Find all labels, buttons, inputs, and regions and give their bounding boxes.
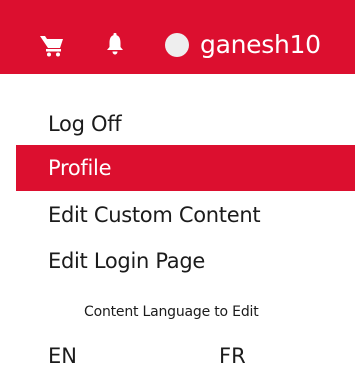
menu-item-edit-login-page[interactable]: Edit Login Page (16, 238, 355, 284)
avatar[interactable] (165, 33, 189, 57)
menu-item-profile[interactable]: Profile (16, 145, 355, 191)
menu-item-log-off[interactable]: Log Off (16, 101, 355, 147)
menu-item-edit-custom-content[interactable]: Edit Custom Content (16, 192, 355, 238)
top-bar: ganesh10 (0, 0, 355, 74)
username[interactable]: ganesh10 (200, 30, 321, 60)
bell-icon[interactable] (106, 33, 124, 55)
language-option-en[interactable]: EN (48, 342, 77, 370)
cart-icon[interactable] (40, 35, 64, 57)
content-language-heading: Content Language to Edit (84, 304, 259, 320)
language-option-fr[interactable]: FR (219, 342, 246, 370)
